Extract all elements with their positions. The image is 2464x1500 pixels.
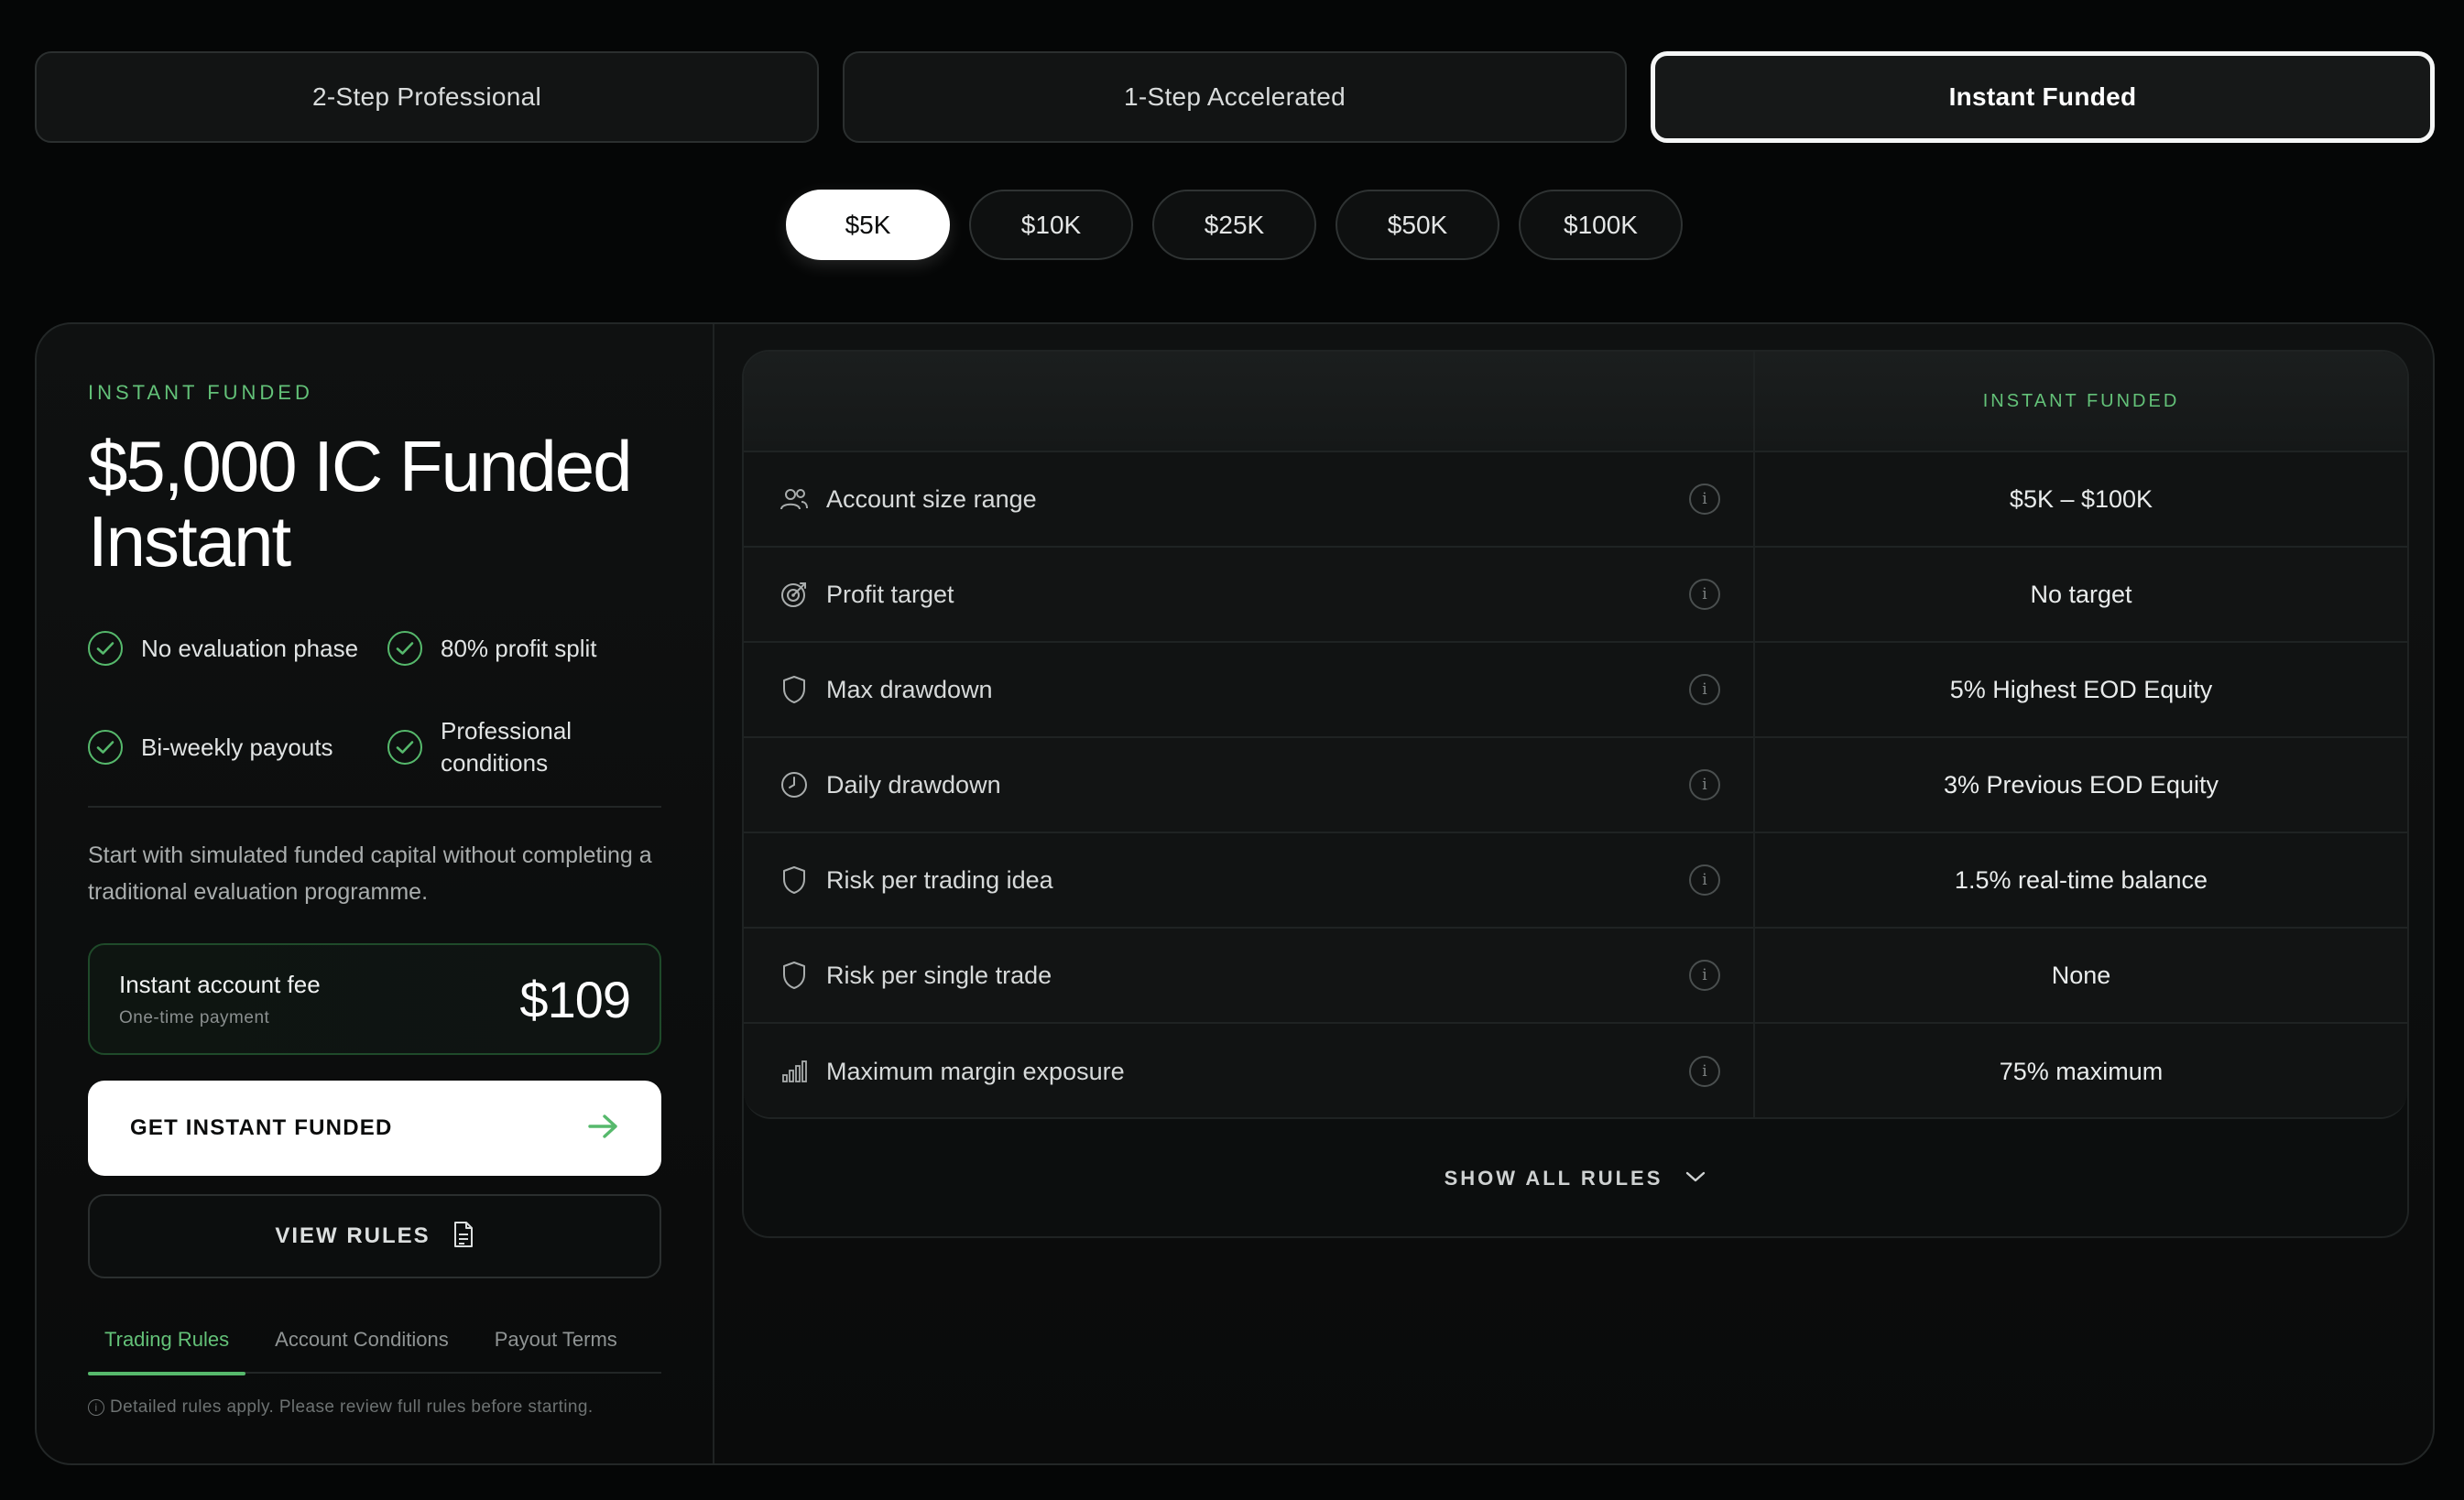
feature-text: Bi-weekly payouts bbox=[141, 733, 333, 761]
row-value: 3% Previous EOD Equity bbox=[1943, 770, 2219, 799]
info-icon: i bbox=[88, 1399, 104, 1416]
disclaimer: i Detailed rules apply. Please review fu… bbox=[88, 1397, 594, 1418]
tab-payout-terms[interactable]: Payout Terms bbox=[478, 1322, 634, 1374]
check-icon bbox=[387, 730, 422, 765]
info-icon[interactable]: i bbox=[1689, 1056, 1720, 1087]
info-icon[interactable]: i bbox=[1689, 484, 1720, 515]
table-row: Maximum margin exposure i 75% maximum bbox=[744, 1024, 2407, 1117]
row-label-cell: Profit target i bbox=[744, 548, 1755, 641]
fee-label: Instant account fee bbox=[119, 970, 321, 998]
divider bbox=[88, 806, 661, 808]
row-value: 75% maximum bbox=[1999, 1057, 2164, 1085]
plan-description: Start with simulated funded capital with… bbox=[88, 842, 652, 905]
disclaimer-text: Detailed rules apply. Please review full… bbox=[110, 1397, 594, 1417]
plan-card: INSTANT FUNDED $5,000 IC Funded Instant … bbox=[35, 322, 2435, 1465]
table-header: INSTANT FUNDED bbox=[744, 352, 2407, 452]
program-tabs: 2-Step Professional 1-Step Accelerated I… bbox=[35, 51, 2435, 143]
bar-chart-icon bbox=[777, 1054, 812, 1089]
users-icon bbox=[777, 482, 812, 516]
table-row: Risk per single trade i None bbox=[744, 929, 2407, 1024]
row-value: None bbox=[2051, 961, 2111, 989]
chevron-down-icon bbox=[1684, 1169, 1706, 1189]
row-value: 1.5% real-time balance bbox=[1954, 865, 2208, 894]
cta-label: GET INSTANT FUNDED bbox=[130, 1115, 393, 1140]
fee-price: $109 bbox=[519, 970, 631, 1028]
tab-account-conditions[interactable]: Account Conditions bbox=[258, 1322, 465, 1374]
check-icon bbox=[88, 730, 123, 765]
shield-icon bbox=[777, 863, 812, 897]
show-all-rules-button[interactable]: SHOW ALL RULES bbox=[744, 1119, 2407, 1236]
fee-box: Instant account fee One-time payment $10… bbox=[88, 943, 661, 1055]
plan-summary-panel: INSTANT FUNDED $5,000 IC Funded Instant … bbox=[37, 324, 714, 1463]
row-label: Maximum margin exposure bbox=[826, 1057, 1125, 1085]
row-value: $5K – $100K bbox=[2009, 484, 2153, 513]
plan-eyebrow: INSTANT FUNDED bbox=[88, 381, 313, 404]
row-label-cell: Risk per single trade i bbox=[744, 929, 1755, 1022]
size-pill-50k[interactable]: $50K bbox=[1336, 190, 1499, 260]
check-icon bbox=[387, 631, 422, 666]
feature-list: No evaluation phase 80% profit split Bi-… bbox=[88, 615, 661, 780]
rules-table: INSTANT FUNDED Account size range i $5K … bbox=[744, 352, 2407, 1119]
get-instant-funded-button[interactable]: GET INSTANT FUNDED bbox=[88, 1081, 661, 1176]
feature-item: Professional conditions bbox=[387, 714, 661, 780]
row-label: Account size range bbox=[826, 484, 1037, 513]
row-label: Risk per single trade bbox=[826, 961, 1052, 989]
row-label-cell: Risk per trading idea i bbox=[744, 833, 1755, 927]
row-label: Profit target bbox=[826, 580, 954, 608]
fee-text-group: Instant account fee One-time payment bbox=[119, 971, 321, 1028]
tab-2-step-professional[interactable]: 2-Step Professional bbox=[35, 51, 819, 143]
row-label: Max drawdown bbox=[826, 675, 993, 703]
feature-item: 80% profit split bbox=[387, 615, 661, 681]
arrow-right-icon bbox=[588, 1114, 619, 1144]
account-size-selector: $5K $10K $25K $50K $100K bbox=[786, 190, 1683, 260]
show-all-label: SHOW ALL RULES bbox=[1444, 1167, 1663, 1190]
size-pill-10k[interactable]: $10K bbox=[969, 190, 1133, 260]
feature-item: No evaluation phase bbox=[88, 615, 387, 681]
row-label: Daily drawdown bbox=[826, 770, 1001, 799]
rules-sub-tabs: Trading Rules Account Conditions Payout … bbox=[88, 1322, 661, 1375]
plan-title: $5,000 IC Funded Instant bbox=[88, 426, 632, 582]
table-body: Account size range i $5K – $100K Profit … bbox=[744, 452, 2407, 1117]
table-row: Daily drawdown i 3% Previous EOD Equity bbox=[744, 738, 2407, 833]
table-row: Risk per trading idea i 1.5% real-time b… bbox=[744, 833, 2407, 929]
tab-1-step-accelerated[interactable]: 1-Step Accelerated bbox=[843, 51, 1627, 143]
table-row: Max drawdown i 5% Highest EOD Equity bbox=[744, 643, 2407, 738]
row-label-cell: Account size range i bbox=[744, 452, 1755, 546]
feature-text: 80% profit split bbox=[441, 634, 597, 662]
fee-sub-label: One-time payment bbox=[119, 1007, 270, 1027]
feature-item: Bi-weekly payouts bbox=[88, 714, 387, 780]
row-label-cell: Max drawdown i bbox=[744, 643, 1755, 736]
info-icon[interactable]: i bbox=[1689, 769, 1720, 800]
feature-text: No evaluation phase bbox=[141, 634, 359, 662]
table-row: Account size range i $5K – $100K bbox=[744, 452, 2407, 548]
info-icon[interactable]: i bbox=[1689, 674, 1720, 705]
row-value: No target bbox=[2030, 580, 2132, 608]
column-header: INSTANT FUNDED bbox=[1982, 390, 2180, 411]
document-icon bbox=[452, 1221, 474, 1253]
info-icon[interactable]: i bbox=[1689, 579, 1720, 610]
row-value: 5% Highest EOD Equity bbox=[1949, 675, 2213, 703]
table-row: Profit target i No target bbox=[744, 548, 2407, 643]
pricing-page: 2-Step Professional 1-Step Accelerated I… bbox=[0, 0, 2464, 1500]
tab-trading-rules[interactable]: Trading Rules bbox=[88, 1322, 246, 1375]
row-label-cell: Daily drawdown i bbox=[744, 738, 1755, 832]
shield-icon bbox=[777, 672, 812, 707]
target-icon bbox=[777, 577, 812, 612]
info-icon[interactable]: i bbox=[1689, 864, 1720, 896]
view-rules-button[interactable]: VIEW RULES bbox=[88, 1194, 661, 1278]
check-icon bbox=[88, 631, 123, 666]
rules-table-container: INSTANT FUNDED Account size range i $5K … bbox=[742, 350, 2409, 1238]
tab-instant-funded[interactable]: Instant Funded bbox=[1651, 51, 2435, 143]
feature-text: Professional conditions bbox=[441, 717, 572, 777]
shield-icon bbox=[777, 958, 812, 993]
table-header-empty bbox=[744, 352, 1755, 451]
clock-icon bbox=[777, 767, 812, 802]
info-icon[interactable]: i bbox=[1689, 960, 1720, 991]
size-pill-100k[interactable]: $100K bbox=[1519, 190, 1683, 260]
row-label: Risk per trading idea bbox=[826, 865, 1053, 894]
size-pill-25k[interactable]: $25K bbox=[1152, 190, 1316, 260]
size-pill-5k[interactable]: $5K bbox=[786, 190, 950, 260]
row-label-cell: Maximum margin exposure i bbox=[744, 1024, 1755, 1117]
view-rules-label: VIEW RULES bbox=[275, 1223, 431, 1248]
